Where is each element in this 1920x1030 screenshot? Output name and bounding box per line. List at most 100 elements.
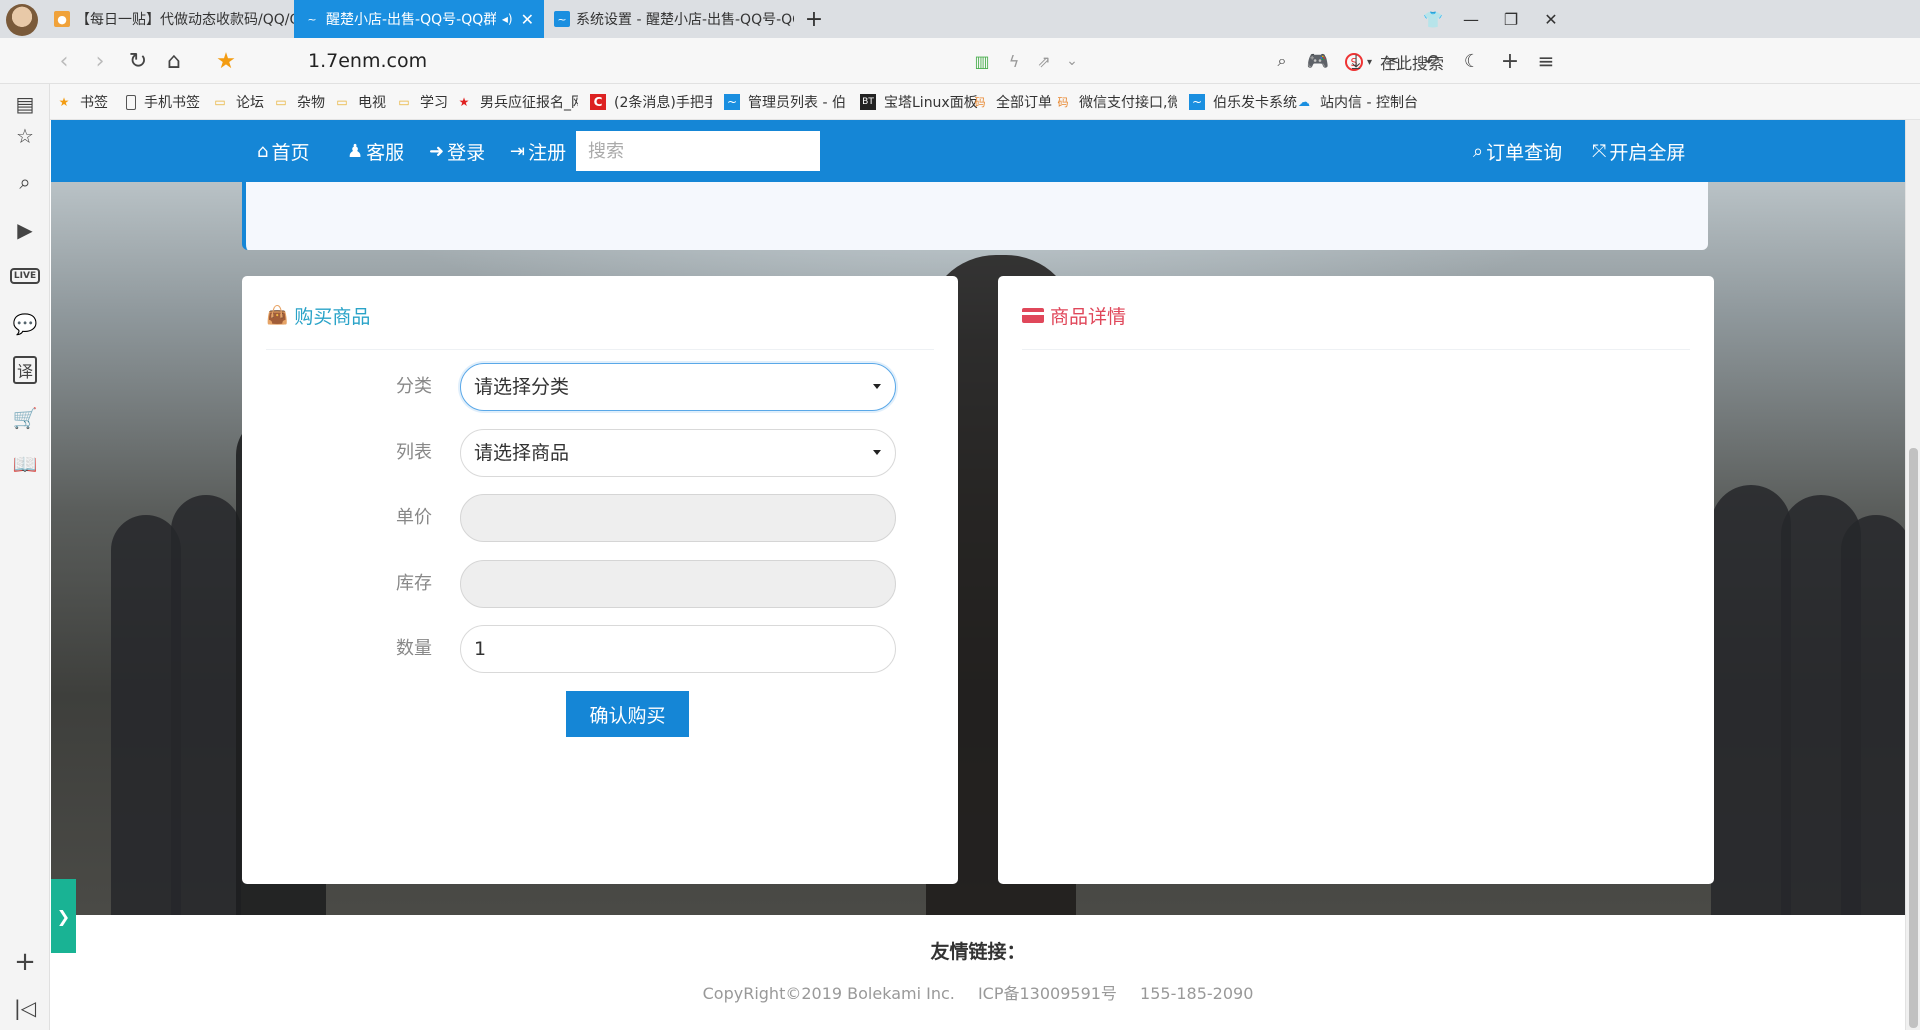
- tab-label: 【每日一贴】代做动态收款码/QQ/Q: [76, 12, 294, 28]
- chevron-down-icon[interactable]: ⌄: [1052, 38, 1092, 84]
- bookmark-item[interactable]: 码全部订单: [972, 84, 1053, 120]
- cart-icon[interactable]: 🛒: [0, 398, 50, 438]
- live-icon[interactable]: LIVE: [0, 256, 50, 296]
- nav-login[interactable]: ➜ 登录: [429, 120, 485, 182]
- favorites-icon[interactable]: ☆: [0, 116, 50, 156]
- url-field[interactable]: 1.7enm.com: [308, 38, 427, 84]
- search-icon[interactable]: ⌕: [0, 162, 50, 202]
- register-icon: ⇥: [510, 140, 526, 162]
- bookmark-item[interactable]: ▭ 学习: [396, 84, 448, 120]
- add-icon[interactable]: +: [0, 942, 50, 982]
- user-avatar[interactable]: [6, 4, 38, 36]
- monkey-icon: ●: [54, 11, 70, 27]
- bookmark-item[interactable]: ▭ 杂物: [273, 84, 325, 120]
- expand-icon: ⤧: [1592, 140, 1607, 162]
- moon-icon[interactable]: ☾: [1452, 38, 1492, 84]
- home-icon: ⌂: [257, 140, 269, 162]
- bookmark-item[interactable]: ▭ 电视: [334, 84, 386, 120]
- refresh-icon[interactable]: ↻: [118, 38, 158, 84]
- price-label: 单价: [396, 507, 432, 528]
- video-icon[interactable]: ▶: [0, 210, 50, 250]
- stock-row: 库存: [242, 560, 958, 608]
- divider: [266, 349, 934, 350]
- bookmark-item[interactable]: 手机书签: [126, 84, 200, 120]
- announcement-card: [242, 182, 1708, 250]
- bookmark-item[interactable]: C(2条消息)手把手教: [590, 84, 712, 120]
- nav-home[interactable]: ⌂ 首页: [257, 120, 309, 182]
- bookmark-item[interactable]: BT 宝塔Linux面板: [860, 84, 978, 120]
- tab-bar: ● 【每日一贴】代做动态收款码/QQ/Q ~ 醒楚小店-出售-QQ号-QQ群-游…: [0, 0, 1920, 38]
- tab-2[interactable]: ~ 醒楚小店-出售-QQ号-QQ群-游戏 ◂) ✕: [294, 0, 544, 38]
- speaker-icon[interactable]: ◂): [502, 12, 513, 26]
- search-icon[interactable]: ⌕: [1262, 38, 1302, 84]
- download-icon[interactable]: ⤓: [1336, 38, 1376, 84]
- credit-card-icon: [1022, 307, 1044, 323]
- phone-icon: [126, 94, 136, 110]
- stock-label: 库存: [396, 573, 432, 594]
- phone-text: 155-185-2090: [1140, 984, 1254, 1003]
- bookmark-item[interactable]: ~ 伯乐发卡系统: [1189, 84, 1297, 120]
- nav-order-query[interactable]: ⌕ 订单查询: [1473, 120, 1562, 182]
- gamepad-icon[interactable]: 🎮: [1298, 38, 1338, 84]
- menu-icon[interactable]: ≡: [1526, 38, 1566, 84]
- translate-icon[interactable]: 译: [0, 350, 50, 390]
- folder-icon: ▭: [275, 95, 287, 109]
- bookmark-item[interactable]: ▭ 论坛: [212, 84, 264, 120]
- chat-icon[interactable]: 💬: [0, 304, 50, 344]
- code-icon: 码: [974, 96, 986, 109]
- close-window-button[interactable]: ✕: [1528, 0, 1574, 38]
- product-select[interactable]: 请选择商品: [460, 429, 896, 477]
- home-icon[interactable]: ⌂: [154, 38, 194, 84]
- caret-down-icon: [873, 384, 881, 389]
- bookmark-item[interactable]: 码微信支付接口,微信: [1055, 84, 1178, 120]
- quantity-input[interactable]: 1: [460, 625, 896, 673]
- site-search-input[interactable]: [576, 131, 820, 171]
- nav-fullscreen[interactable]: ⤧ 开启全屏: [1592, 120, 1685, 182]
- chevron-right-icon: ❯: [56, 906, 71, 926]
- copyright-text: CopyRight©2019 Bolekami Inc.: [702, 984, 955, 1003]
- collapse-icon[interactable]: |◁: [0, 988, 50, 1028]
- bookmark-item[interactable]: ★ 书签: [56, 84, 108, 120]
- star-icon: ★: [58, 95, 70, 109]
- confirm-purchase-button[interactable]: 确认购买: [566, 691, 689, 737]
- category-select[interactable]: 请选择分类: [460, 363, 896, 411]
- tab-1[interactable]: ● 【每日一贴】代做动态收款码/QQ/Q: [44, 0, 294, 38]
- back-icon[interactable]: ‹: [44, 38, 84, 84]
- price-row: 单价: [242, 494, 958, 542]
- quantity-row: 数量 1: [242, 625, 958, 673]
- category-row: 分类 请选择分类: [242, 363, 958, 411]
- scissors-icon[interactable]: ✂: [1372, 38, 1412, 84]
- book-icon[interactable]: 📖: [0, 444, 50, 484]
- nav-service[interactable]: ♟ 客服: [347, 120, 404, 182]
- bookmark-item[interactable]: ~管理员列表 - 伯乐: [724, 84, 846, 120]
- undo-icon[interactable]: ↶: [1412, 38, 1452, 84]
- site-icon: ~: [554, 11, 570, 27]
- scrollbar-thumb[interactable]: [1909, 448, 1918, 1028]
- qq-icon: ♟: [347, 140, 364, 162]
- code-icon: 码: [1057, 96, 1069, 109]
- page-scrollbar[interactable]: [1905, 120, 1920, 1030]
- hero-figure: [1711, 485, 1791, 915]
- folder-icon: ▭: [214, 95, 226, 109]
- bookmark-item[interactable]: ☁ 站内信 - 控制台: [1296, 84, 1418, 120]
- browser-sidebar: ▤ ☆ ⌕ ▶ LIVE 💬 译 🛒 📖 + |◁: [0, 84, 50, 1030]
- tab-3[interactable]: ~ 系统设置 - 醒楚小店-出售-QQ号-QQ: [544, 0, 794, 38]
- bt-icon: BT: [860, 94, 876, 110]
- list-row: 列表 请选择商品: [242, 429, 958, 477]
- friend-links-title: 友情链接：: [930, 941, 1026, 963]
- site-icon: ~: [307, 12, 317, 26]
- forward-icon[interactable]: ›: [80, 38, 120, 84]
- star-icon[interactable]: ★: [206, 38, 246, 84]
- add-icon[interactable]: +: [1490, 38, 1530, 84]
- search-icon: ⌕: [1473, 140, 1484, 162]
- buy-panel-title: 👜 购买商品: [266, 304, 371, 328]
- close-icon[interactable]: ✕: [521, 10, 534, 29]
- icp-text[interactable]: ICP备13009591号: [978, 984, 1117, 1003]
- login-icon: ➜: [429, 140, 445, 162]
- csdn-icon: C: [590, 94, 606, 110]
- site-navbar: ⌂首页 ♟客服 ➜登录 ⇥注册 ⌕订单查询 ⤧开启全屏: [51, 120, 1905, 182]
- new-tab-button[interactable]: +: [800, 0, 828, 38]
- divider: [1022, 349, 1690, 350]
- bookmark-item[interactable]: ★男兵应征报名_网上: [456, 84, 578, 120]
- nav-register[interactable]: ⇥ 注册: [510, 120, 566, 182]
